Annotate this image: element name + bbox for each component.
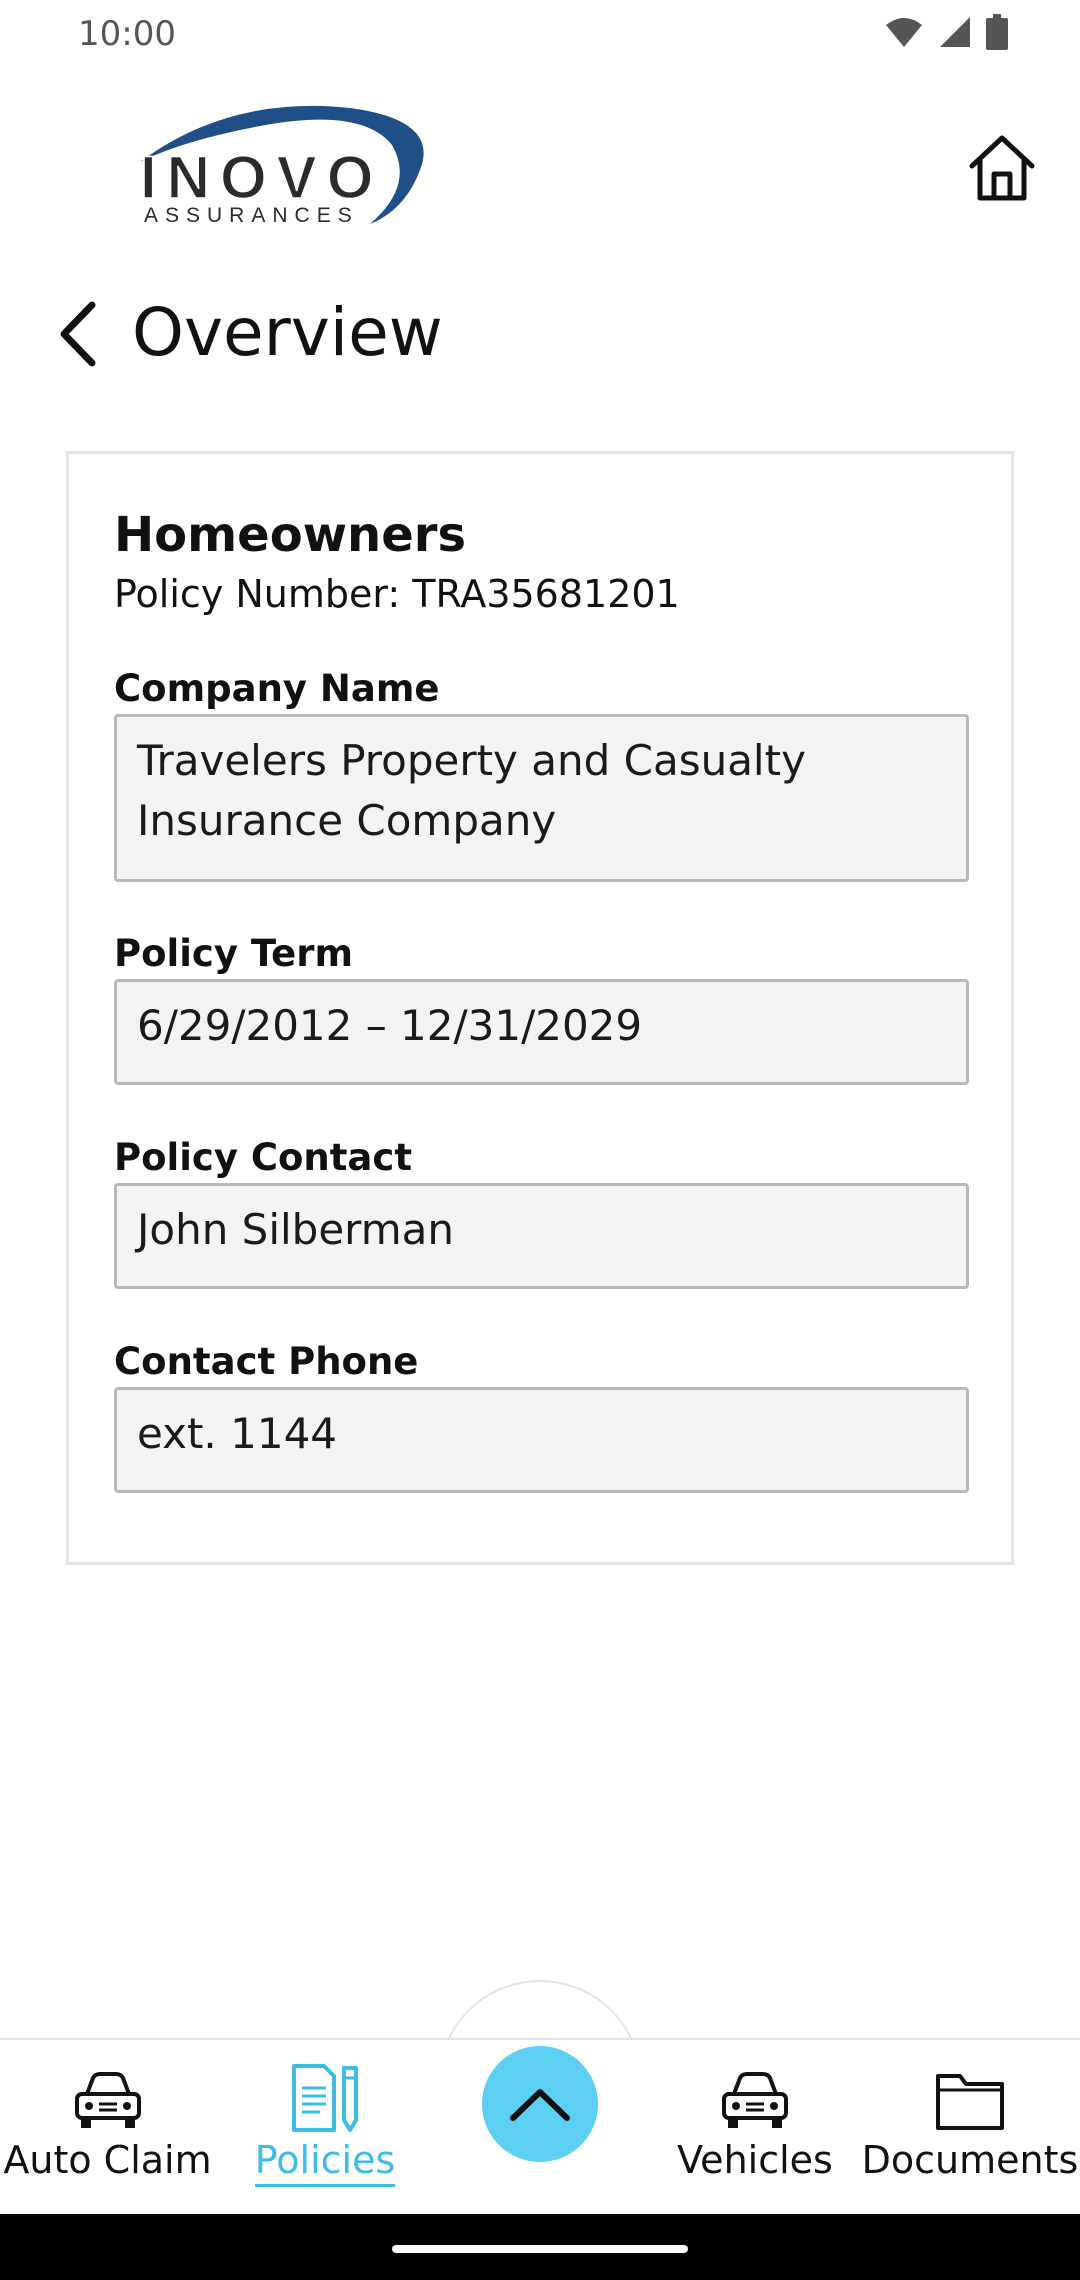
contact-phone-field: Contact Phone ext. 1144 — [114, 1339, 969, 1493]
policy-card: Homeowners Policy Number: TRA35681201 Co… — [66, 451, 1014, 1565]
status-icons — [884, 14, 1008, 50]
nav-label: Documents — [861, 2138, 1079, 2182]
home-gesture-indicator[interactable] — [392, 2245, 688, 2253]
nav-auto-claim[interactable]: Auto Claim — [0, 2040, 215, 2216]
inovo-logo: INOVO ASSURANCES — [130, 100, 440, 230]
home-icon — [969, 135, 1035, 201]
folder-icon — [936, 2074, 1004, 2130]
nav-policies[interactable]: Policies — [220, 2040, 430, 2216]
status-bar: 10:00 — [0, 0, 1080, 70]
contact-phone-value: ext. 1144 — [114, 1387, 969, 1493]
chevron-left-icon — [60, 301, 96, 367]
car-icon — [74, 2072, 141, 2128]
policy-contact-field: Policy Contact John Silberman — [114, 1135, 969, 1289]
home-button[interactable] — [962, 126, 1042, 206]
title-row: Overview — [0, 280, 1080, 390]
nav-label: Vehicles — [677, 2138, 833, 2182]
field-label: Policy Term — [114, 932, 354, 975]
nav-vehicles[interactable]: Vehicles — [660, 2040, 850, 2216]
signal-icon — [940, 17, 970, 47]
svg-text:ASSURANCES: ASSURANCES — [144, 204, 359, 227]
policy-document-icon — [292, 2064, 358, 2132]
policy-term-field: Policy Term 6/29/2012 – 12/31/2029 — [114, 931, 969, 1085]
field-label: Contact Phone — [114, 1340, 419, 1383]
policy-card-header: Homeowners Policy Number: TRA35681201 — [114, 504, 969, 620]
nav-label: Auto Claim — [3, 2138, 212, 2182]
company-name-field: Company Name Travelers Property and Casu… — [114, 666, 969, 882]
policy-type-heading: Homeowners — [114, 507, 467, 563]
policy-contact-value: John Silberman — [114, 1183, 969, 1289]
status-time: 10:00 — [78, 14, 176, 54]
chevron-up-icon — [510, 2089, 570, 2121]
policy-term-value: 6/29/2012 – 12/31/2029 — [114, 979, 969, 1085]
nav-label: Policies — [254, 2138, 396, 2187]
back-button[interactable] — [48, 292, 108, 376]
page-title: Overview — [132, 294, 443, 371]
system-nav-bar — [0, 2214, 1080, 2280]
expand-menu-button[interactable] — [482, 2046, 598, 2162]
wifi-icon — [886, 18, 922, 47]
company-name-value: Travelers Property and Casualty Insuranc… — [114, 714, 969, 882]
car-icon — [722, 2072, 788, 2128]
field-label: Company Name — [114, 667, 440, 710]
app-header: INOVO ASSURANCES — [0, 90, 1080, 240]
nav-documents[interactable]: Documents — [860, 2040, 1080, 2216]
svg-text:INOVO: INOVO — [140, 144, 383, 211]
battery-icon — [986, 14, 1008, 50]
field-label: Policy Contact — [114, 1136, 413, 1179]
policy-number: Policy Number: TRA35681201 — [114, 572, 680, 616]
